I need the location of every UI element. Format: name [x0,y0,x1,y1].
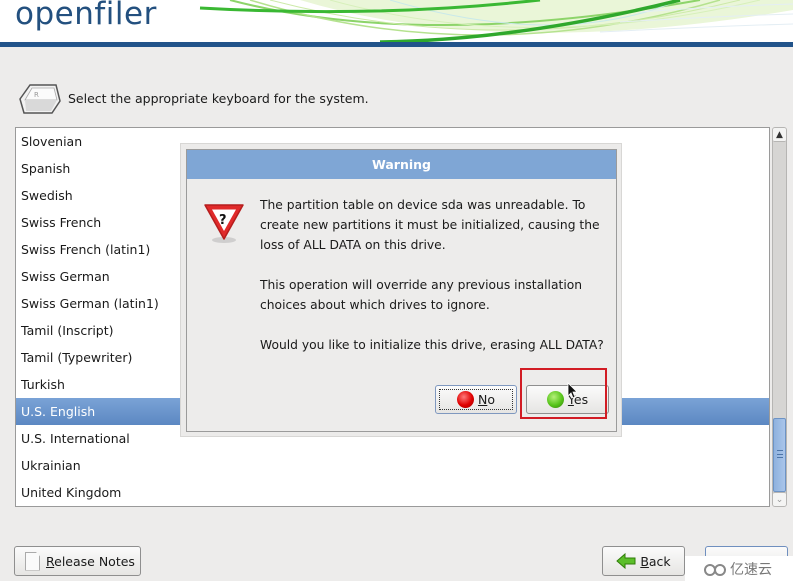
dialog-paragraph: This operation will override any previou… [260,278,583,312]
release-notes-button[interactable]: Release Notes [14,546,141,576]
focus-ring [439,389,513,410]
header-banner: openfiler [0,0,793,42]
scroll-thumb[interactable] [773,418,786,492]
dialog-paragraph: The partition table on device sda was un… [260,198,600,252]
back-arrow-icon [616,553,636,569]
document-icon [25,551,40,571]
openfiler-logo: openfiler [15,0,157,32]
scroll-up-button[interactable]: ▲ [773,128,786,142]
watermark: 亿速云 [685,556,793,581]
no-button[interactable]: No [435,385,517,414]
mouse-cursor-icon [567,382,578,399]
warning-question-icon: ? [204,204,244,243]
installer-screen: openfiler R Select the appropriate keybo… [0,0,793,581]
watermark-text: 亿速云 [730,561,772,578]
list-item[interactable]: United Kingdom [16,479,769,506]
keyboard-prompt: R Select the appropriate keyboard for th… [16,80,369,116]
dialog-question: Would you like to initialize this drive,… [260,338,604,352]
svg-text:R: R [34,91,39,99]
list-item[interactable]: Ukrainian [16,452,769,479]
svg-text:?: ? [219,213,227,228]
dialog-message: The partition table on device sda was un… [260,195,615,375]
header-divider [0,42,793,47]
dialog-title: Warning [187,150,616,179]
release-notes-label: Release Notes [46,553,135,569]
keyboard-key-icon: R [19,84,61,114]
grip-icon [777,450,783,458]
back-label: Back [640,553,671,569]
back-button[interactable]: Back [602,546,685,576]
prompt-text: Select the appropriate keyboard for the … [68,90,369,106]
yes-highlight-annotation [520,368,607,419]
list-scrollbar[interactable]: ▲ ⌄ [772,127,787,507]
cloud-logo-icon [704,563,726,576]
scroll-down-button[interactable]: ⌄ [773,492,786,506]
